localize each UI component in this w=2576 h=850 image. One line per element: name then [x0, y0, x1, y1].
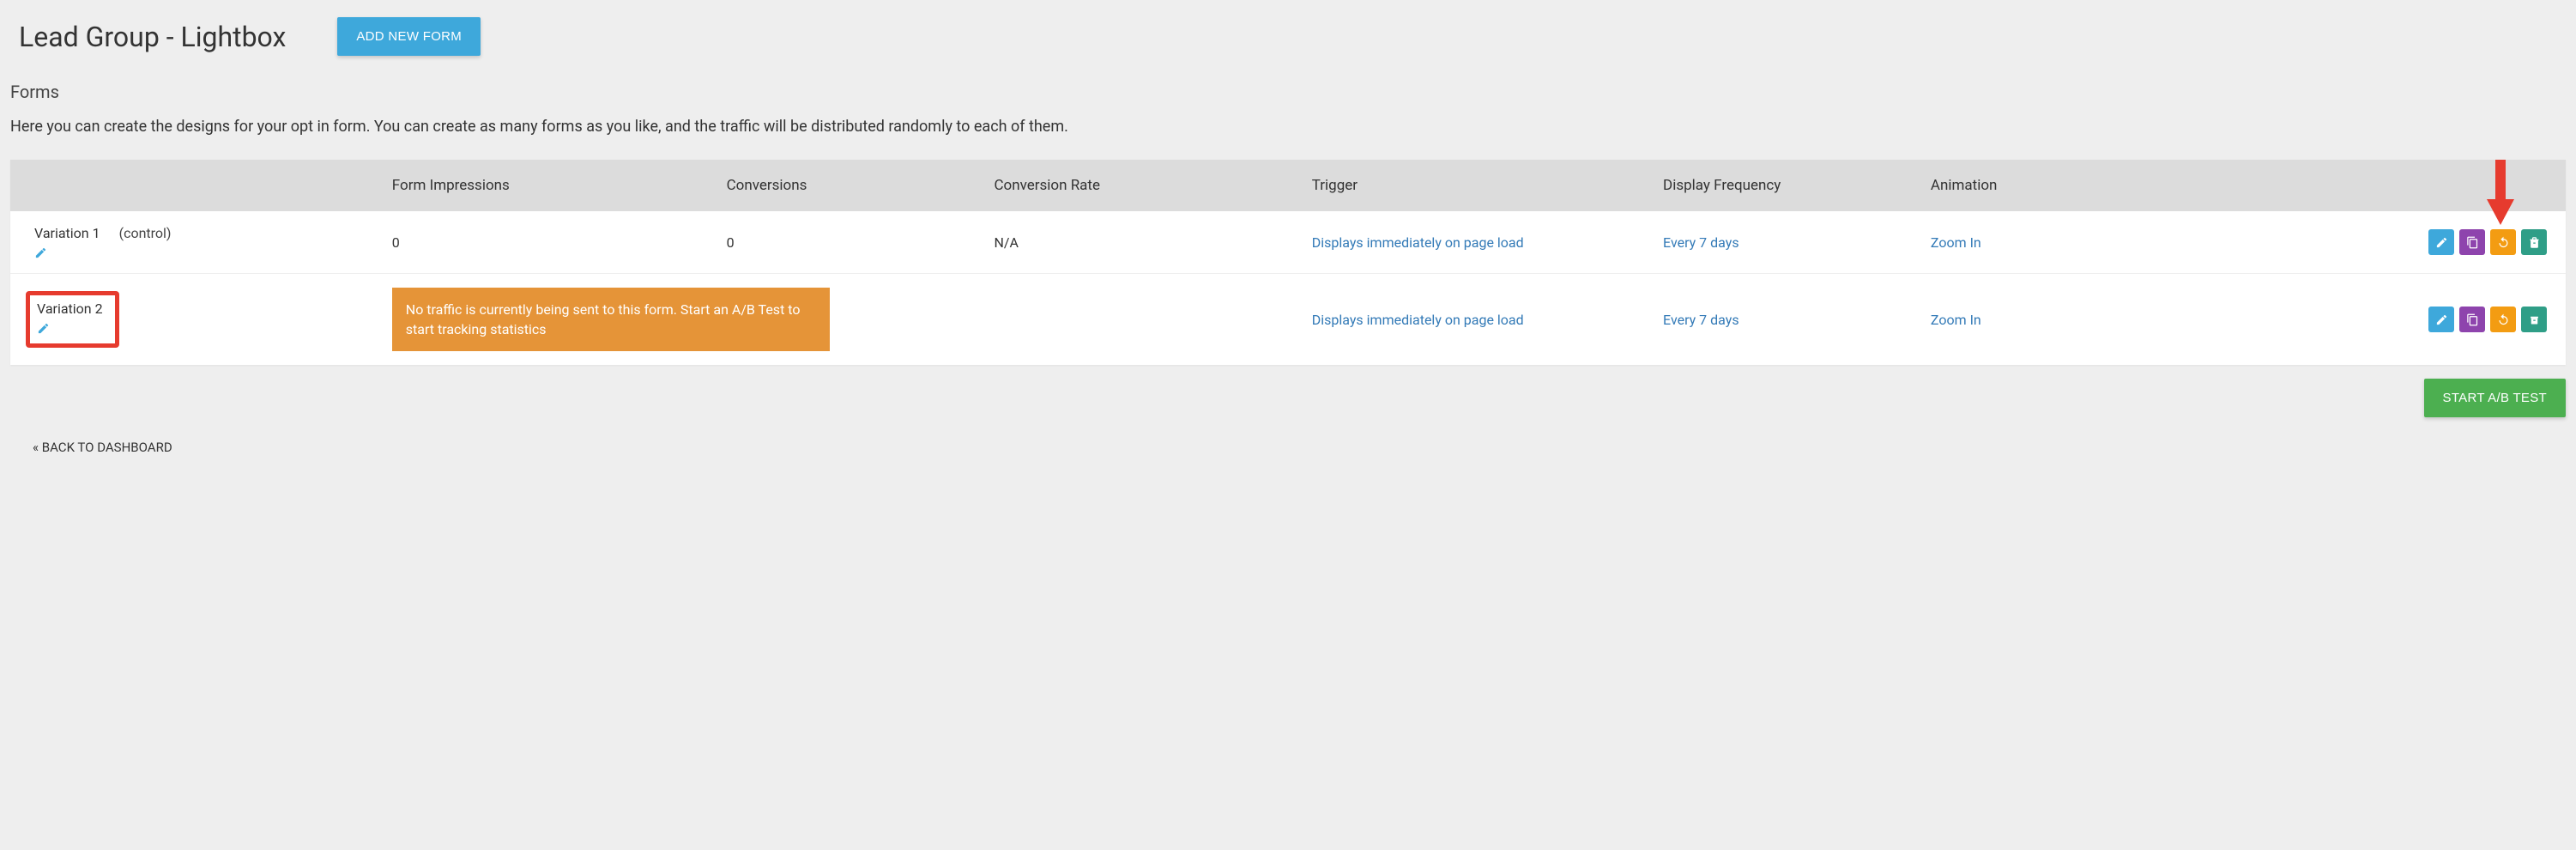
th-actions: [2268, 160, 2566, 211]
archive-icon: [2528, 313, 2541, 326]
copy-icon: [2466, 236, 2479, 249]
th-conversions: Conversions: [713, 160, 981, 211]
reset-button[interactable]: [2490, 229, 2516, 255]
th-name: [10, 160, 378, 211]
cell-impressions: 0: [378, 211, 713, 274]
add-new-form-button[interactable]: ADD NEW FORM: [337, 17, 481, 56]
table-row: Variation 2 No traffic is currently bein…: [10, 274, 2566, 366]
trigger-link[interactable]: Displays immediately on page load: [1312, 312, 1524, 328]
variation-name: Variation 1: [34, 225, 100, 241]
frequency-link[interactable]: Every 7 days: [1663, 234, 1739, 251]
th-animation: Animation: [1917, 160, 2268, 211]
table-row: Variation 1 (control) 0 0 N/A Displays i…: [10, 211, 2566, 274]
undo-icon: [2497, 313, 2510, 326]
rename-icon[interactable]: [37, 322, 50, 335]
th-impressions: Form Impressions: [378, 160, 713, 211]
control-tag: (control): [119, 225, 172, 241]
forms-table: Form Impressions Conversions Conversion …: [10, 160, 2566, 365]
cell-rate: N/A: [980, 211, 1297, 274]
th-rate: Conversion Rate: [980, 160, 1297, 211]
pencil-icon: [2435, 313, 2448, 326]
highlight-box: Variation 2: [26, 291, 119, 348]
th-frequency: Display Frequency: [1649, 160, 1917, 211]
animation-link[interactable]: Zoom In: [1931, 234, 1981, 251]
trigger-link[interactable]: Displays immediately on page load: [1312, 234, 1524, 251]
back-to-dashboard-link[interactable]: « BACK TO DASHBOARD: [33, 440, 2566, 455]
rename-icon[interactable]: [34, 246, 47, 259]
variation-name: Variation 2: [37, 301, 103, 317]
reset-button[interactable]: [2490, 307, 2516, 332]
th-trigger: Trigger: [1298, 160, 1649, 211]
edit-button[interactable]: [2428, 229, 2454, 255]
section-heading: Forms: [10, 82, 2566, 102]
animation-link[interactable]: Zoom In: [1931, 312, 1981, 328]
duplicate-button[interactable]: [2459, 307, 2485, 332]
pencil-icon: [2435, 236, 2448, 249]
page-title: Lead Group - Lightbox: [19, 21, 286, 53]
copy-icon: [2466, 313, 2479, 326]
no-traffic-notice: No traffic is currently being sent to th…: [392, 288, 830, 351]
frequency-link[interactable]: Every 7 days: [1663, 312, 1739, 328]
cell-conversions: 0: [713, 211, 981, 274]
archive-button[interactable]: [2521, 307, 2547, 332]
edit-button[interactable]: [2428, 307, 2454, 332]
start-ab-test-button[interactable]: START A/B TEST: [2424, 379, 2566, 417]
duplicate-button[interactable]: [2459, 229, 2485, 255]
archive-button[interactable]: [2521, 229, 2547, 255]
undo-icon: [2497, 236, 2510, 249]
section-description: Here you can create the designs for your…: [10, 118, 2566, 136]
archive-icon: [2528, 236, 2541, 249]
